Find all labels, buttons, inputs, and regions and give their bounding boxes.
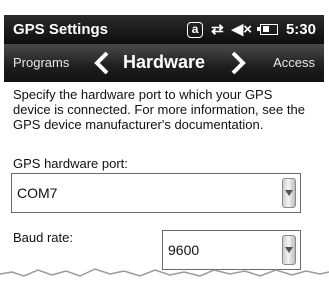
gps-port-label: GPS hardware port: (13, 156, 128, 171)
gps-port-value: COM7 (17, 185, 58, 201)
screen: GPS Settings a ⇄ ◀× 5:30 Programs Hardwa… (0, 0, 329, 287)
instructions-text: Specify the hardware port to which your … (13, 87, 305, 132)
tab-access[interactable]: Access (273, 55, 315, 70)
gps-port-dropdown-button[interactable] (282, 178, 296, 208)
baud-rate-dropdown-button[interactable] (282, 235, 296, 265)
clock-time: 5:30 (285, 21, 316, 38)
dropdown-arrow-icon (285, 190, 293, 196)
dropdown-arrow-icon (285, 247, 293, 253)
input-mode-icon: a (187, 21, 204, 38)
settings-panel: Specify the hardware port to which your … (4, 82, 324, 287)
baud-rate-label: Baud rate: (13, 230, 73, 245)
speaker-muted-icon: ◀× (231, 20, 252, 38)
window-title: GPS Settings (13, 21, 109, 38)
title-bar: GPS Settings a ⇄ ◀× 5:30 (4, 15, 324, 44)
status-area[interactable]: a ⇄ ◀× 5:30 (187, 20, 316, 39)
tab-navigation-bar: Programs Hardware Access (4, 44, 324, 82)
baud-rate-value: 9600 (168, 242, 200, 258)
chevron-right-icon[interactable] (228, 51, 248, 75)
torn-edge-decoration (0, 268, 329, 287)
gps-port-select[interactable]: COM7 (11, 173, 301, 213)
battery-charging-icon (256, 24, 278, 35)
sync-arrows-icon: ⇄ (211, 20, 224, 38)
